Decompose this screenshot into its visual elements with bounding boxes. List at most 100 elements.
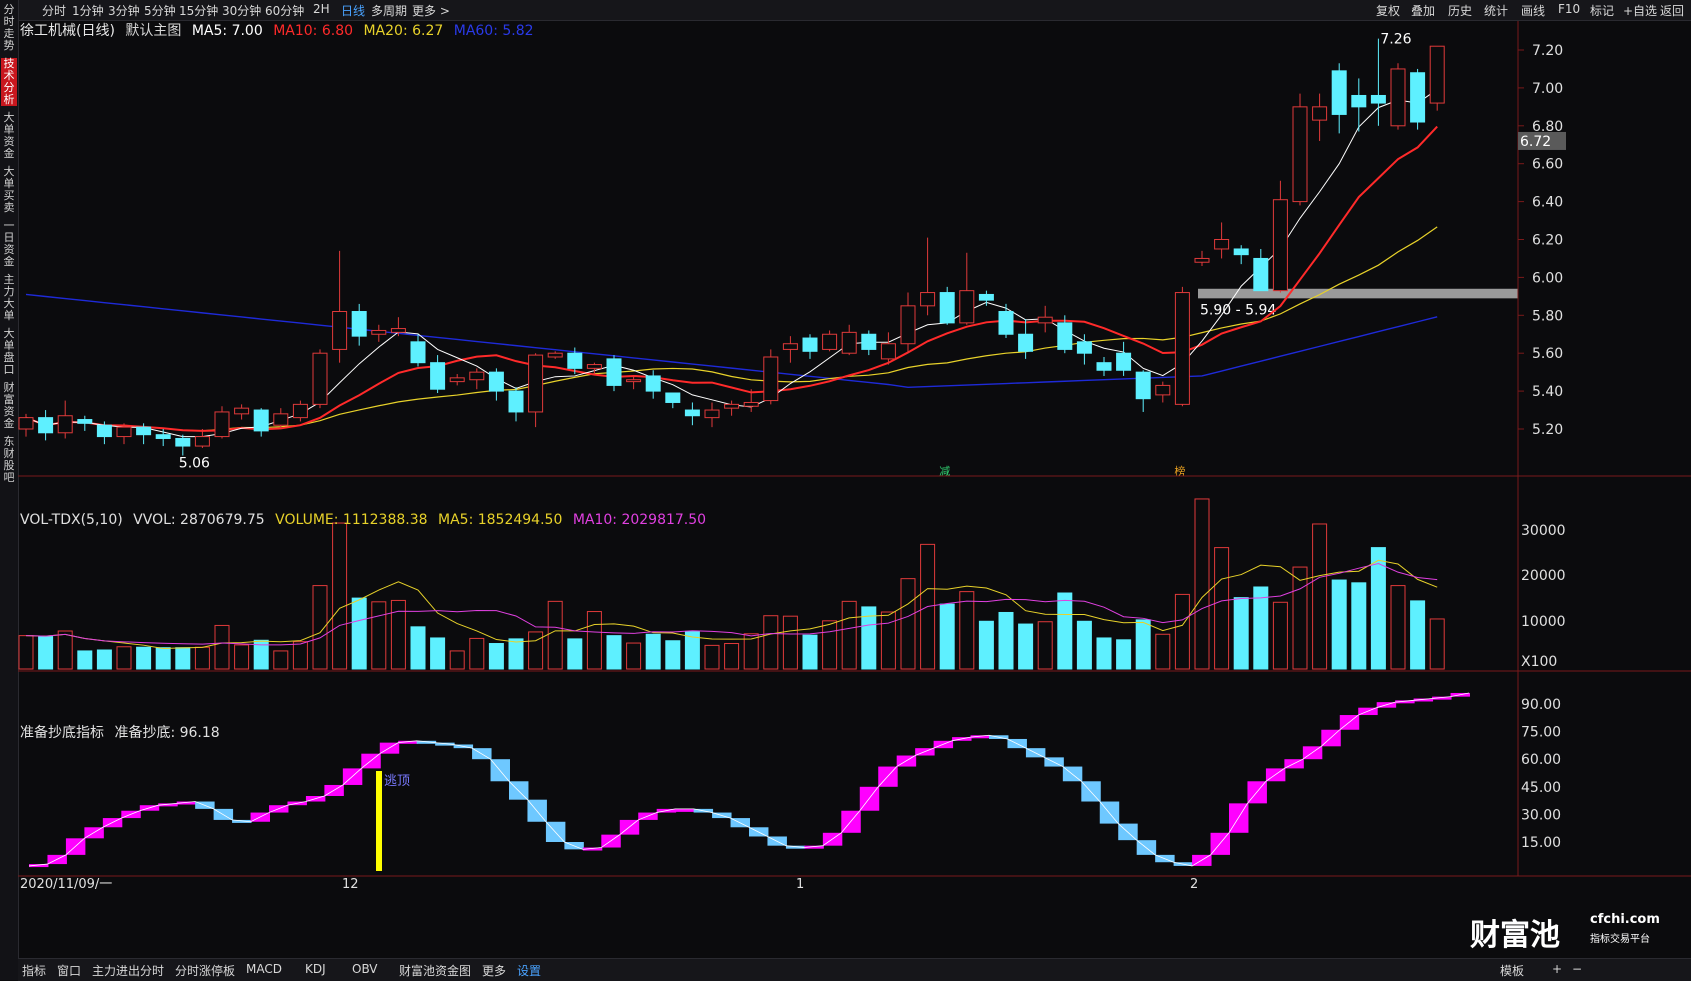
volume-bar (1155, 633, 1171, 670)
bottom-right-0[interactable]: 模板 (1500, 962, 1524, 979)
candle (390, 328, 406, 333)
vol-name[interactable]: VOL-TDX(5,10) (20, 512, 123, 528)
low-label: 5.06 (179, 456, 210, 472)
tool-3[interactable]: 统计 (1484, 2, 1508, 19)
candle (273, 413, 289, 426)
bottom-right-2[interactable]: − (1572, 962, 1582, 976)
price-tick-label: 5.60 (1532, 346, 1563, 362)
volume-legend: VOL-TDX(5,10) VVOL: 2870679.75 VOLUME: 1… (20, 512, 712, 528)
leftnav-0[interactable]: 分时走势 (1, 4, 17, 52)
candle (410, 341, 426, 364)
price-tick-label: 5.20 (1532, 422, 1563, 438)
candle (939, 292, 955, 324)
tool-5[interactable]: F10 (1558, 2, 1580, 16)
volume-bar (469, 637, 485, 670)
candle (1429, 45, 1445, 104)
candle (684, 409, 700, 417)
ma10-line (25, 125, 1438, 432)
bottom-tab-4[interactable]: MACD (246, 962, 282, 976)
period-1[interactable]: 1分钟 (72, 2, 104, 19)
candle (1037, 316, 1053, 324)
volume-bar (900, 578, 916, 670)
bottom-tab-9[interactable]: 设置 (517, 962, 541, 979)
candle (1096, 362, 1112, 371)
volume-bar (351, 597, 367, 670)
stock-title[interactable]: 徐工机械(日线) (20, 23, 115, 39)
volume-bar (175, 647, 191, 670)
candle (96, 424, 112, 438)
main-legend: 徐工机械(日线) 默认主图 MA5: 7.00 MA10: 6.80 MA20:… (20, 20, 540, 40)
period-7[interactable]: 2H (313, 2, 330, 16)
tool-8[interactable]: 返回 (1660, 2, 1684, 19)
candle (488, 371, 504, 392)
tool-2[interactable]: 历史 (1448, 2, 1472, 19)
period-5[interactable]: 30分钟 (222, 2, 261, 19)
candle (1135, 371, 1151, 400)
period-toolbar: 分时 1分钟 3分钟 5分钟 15分钟 30分钟 60分钟 2H 日线 多周期 更多 > 复权 叠加 历史… (0, 0, 1691, 21)
candle (900, 305, 916, 345)
candle (1351, 94, 1367, 108)
ma10-label: MA10: 6.80 (273, 23, 354, 39)
period-3[interactable]: 5分钟 (144, 2, 176, 19)
candle (430, 362, 446, 390)
candle (136, 426, 152, 436)
leftnav-2[interactable]: 大单资金 (1, 112, 17, 160)
price-tick-label: 6.20 (1532, 233, 1563, 249)
price-tick-label: 5.80 (1532, 308, 1563, 324)
volume-bar (802, 634, 818, 670)
candle (528, 354, 544, 413)
candle (606, 358, 622, 386)
candle (1076, 341, 1092, 354)
candle (1057, 322, 1073, 350)
leftnav-1[interactable]: 技术分析 (1, 58, 17, 106)
candle (704, 409, 720, 419)
candle (292, 403, 308, 419)
volume-bar (1351, 582, 1367, 670)
volume-bar (841, 600, 857, 670)
tool-1[interactable]: 叠加 (1411, 2, 1435, 19)
bottom-tabbar: 指标 窗口 主力进出分时 分时涨停板 MACD KDJ OBV 财富池资金图 更多 设置 模板 + − (18, 958, 1691, 981)
candle (449, 377, 465, 383)
period-9[interactable]: 多周期 (371, 2, 407, 19)
period-8[interactable]: 日线 (341, 2, 365, 19)
leftnav-4[interactable]: 一日资金 (1, 220, 17, 268)
period-6[interactable]: 60分钟 (265, 2, 304, 19)
tool-0[interactable]: 复权 (1376, 2, 1400, 19)
volume-bar (1194, 498, 1210, 670)
volume-bar (292, 641, 308, 670)
leftnav-5[interactable]: 主力大单 (1, 274, 17, 322)
volume-bar (880, 611, 896, 670)
tool-4[interactable]: 画线 (1521, 2, 1545, 19)
period-2[interactable]: 3分钟 (108, 2, 140, 19)
volume-bar (959, 591, 975, 670)
bottom-tab-1[interactable]: 窗口 (57, 962, 81, 979)
period-10[interactable]: 更多 > (412, 2, 450, 19)
leftnav-6[interactable]: 大单盘口 (1, 328, 17, 376)
volume-bar (978, 620, 994, 670)
tool-7[interactable]: +自选 (1623, 2, 1657, 19)
bottom-tab-2[interactable]: 主力进出分时 (92, 962, 164, 979)
period-0[interactable]: 分时 (42, 2, 66, 19)
high-label: 7.26 (1380, 32, 1411, 48)
volume-bar (567, 638, 583, 670)
bottom-tab-8[interactable]: 更多 (482, 962, 506, 979)
ind-name[interactable]: 准备抄底指标 (20, 725, 104, 741)
volume-bar (1037, 621, 1053, 670)
bottom-tab-3[interactable]: 分时涨停板 (175, 962, 235, 979)
candle (626, 379, 642, 383)
bottom-tab-6[interactable]: OBV (352, 962, 378, 976)
bottom-right-1[interactable]: + (1552, 962, 1562, 976)
leftnav-8[interactable]: 东财股吧 (1, 436, 17, 484)
price-tick-label: 5.40 (1532, 384, 1563, 400)
leftnav-7[interactable]: 财富资金 (1, 382, 17, 430)
bottom-tab-0[interactable]: 指标 (22, 962, 46, 979)
tool-6[interactable]: 标记 (1590, 2, 1614, 19)
candle (1253, 257, 1269, 292)
period-4[interactable]: 15分钟 (179, 2, 218, 19)
volume-bar (234, 644, 250, 670)
date-jan: 1 (796, 877, 804, 892)
leftnav-3[interactable]: 大单买卖 (1, 166, 17, 214)
bottom-tab-5[interactable]: KDJ (305, 962, 326, 976)
mode-label[interactable]: 默认主图 (125, 23, 181, 39)
bottom-tab-7[interactable]: 财富池资金图 (399, 962, 471, 979)
